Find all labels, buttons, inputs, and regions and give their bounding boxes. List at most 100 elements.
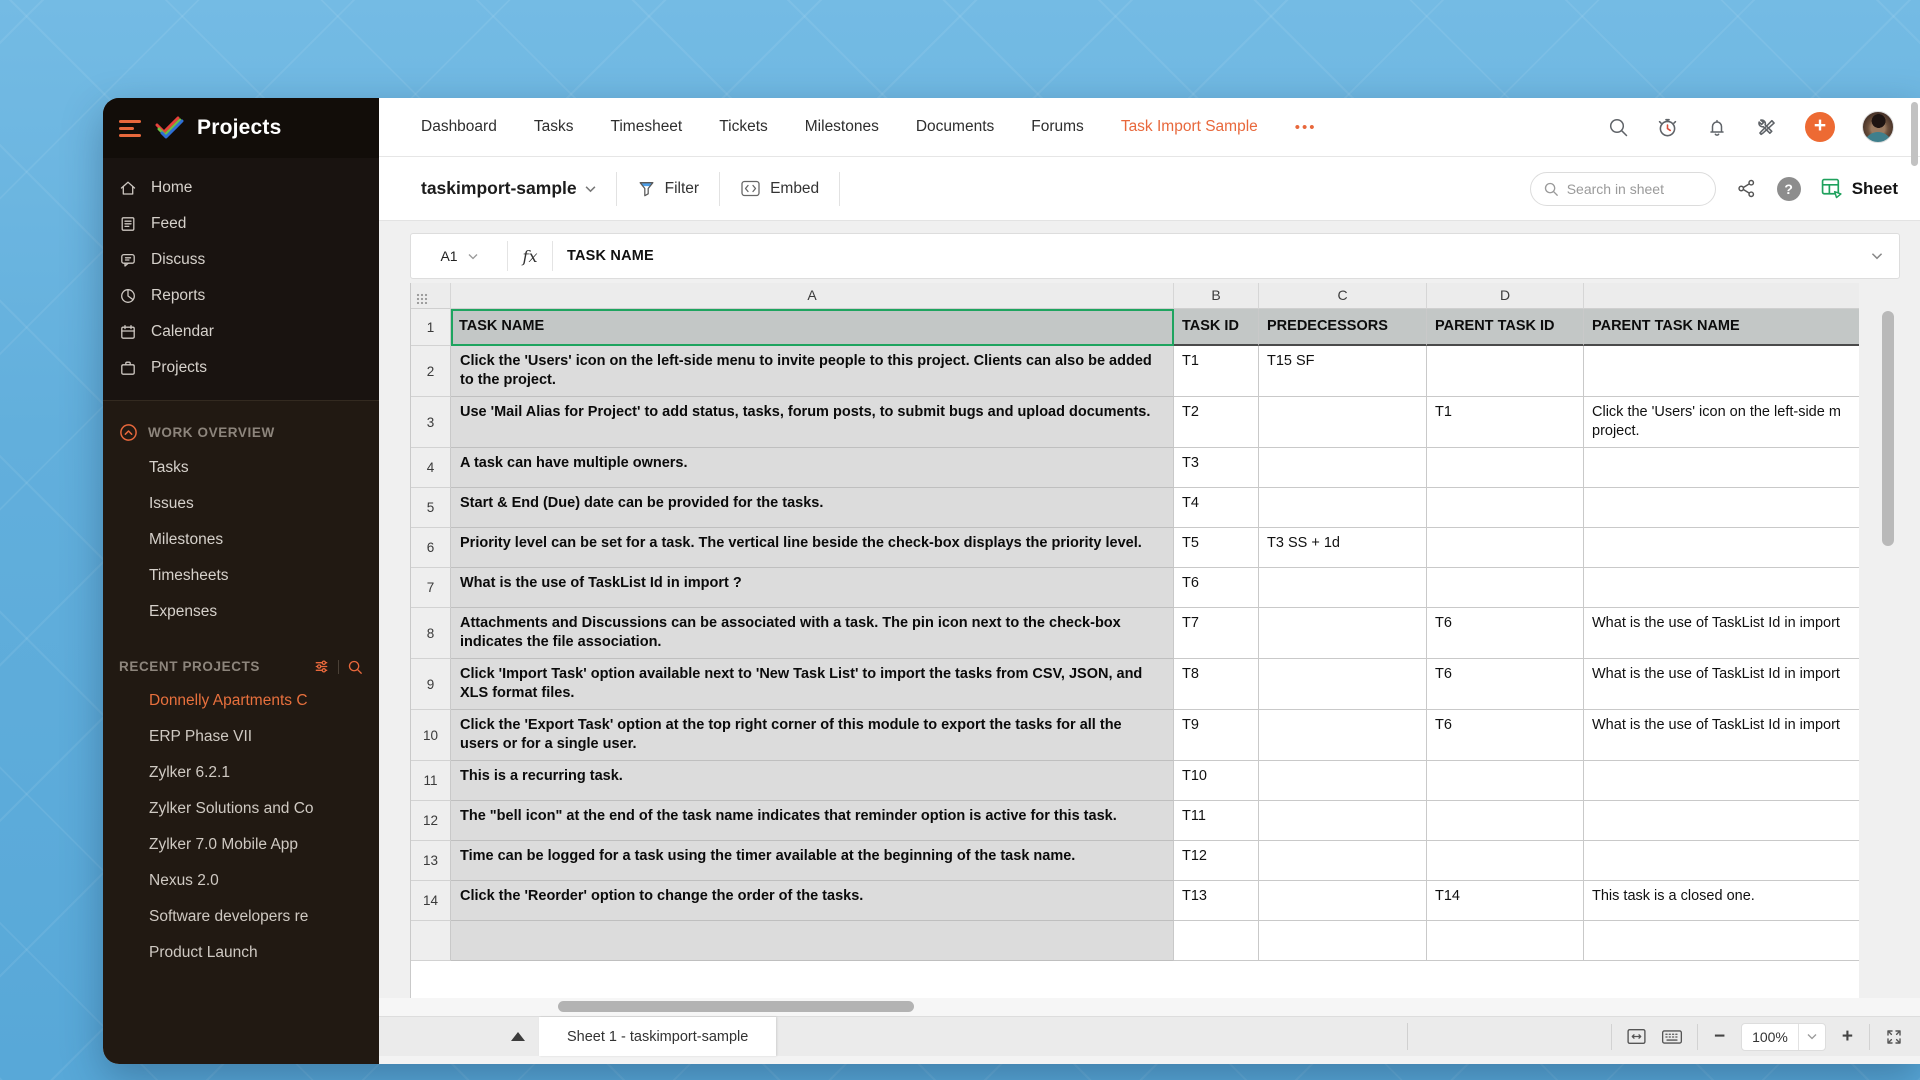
nav-tab-documents[interactable]: Documents [916,118,994,136]
sidebar-item-home[interactable]: Home [103,170,379,206]
task-name-cell[interactable]: Attachments and Discussions can be assoc… [451,608,1174,659]
header-cell[interactable]: PARENT TASK ID [1427,309,1584,346]
parent-task-name-cell[interactable]: Click the 'Users' icon on the left-side … [1584,397,1859,448]
task-name-cell[interactable]: Priority level can be set for a task. Th… [451,528,1174,568]
sidebar-item-feed[interactable]: Feed [103,206,379,242]
empty-cell[interactable] [1259,921,1427,961]
parent-task-id-cell[interactable] [1427,568,1584,608]
row-number[interactable]: 12 [411,801,451,841]
predecessors-cell[interactable] [1259,608,1427,659]
spreadsheet-grid[interactable]: A B C D 1 TASK NAME TASK ID PREDECESSORS PARENT … [410,283,1859,998]
parent-task-name-cell[interactable] [1584,448,1859,488]
work-overview-header[interactable]: WORK OVERVIEW [103,415,379,450]
task-name-cell[interactable]: The "bell icon" at the end of the task n… [451,801,1174,841]
row-number[interactable]: 5 [411,488,451,528]
add-new-button[interactable]: + [1805,112,1835,142]
parent-task-name-cell[interactable] [1584,528,1859,568]
select-all-corner[interactable] [411,283,451,309]
column-header-B[interactable]: B [1174,283,1259,309]
header-cell[interactable]: TASK NAME [451,309,1174,346]
task-name-cell[interactable]: Time can be logged for a task using the … [451,841,1174,881]
parent-task-id-cell[interactable]: T6 [1427,659,1584,710]
work-overview-item-issues[interactable]: Issues [103,486,379,522]
task-name-cell[interactable]: What is the use of TaskList Id in import… [451,568,1174,608]
horizontal-scrollbar-thumb[interactable] [558,1001,914,1012]
active-sheet-tab[interactable]: Sheet 1 - taskimport-sample [539,1017,777,1056]
formula-input[interactable]: TASK NAME [553,248,1855,264]
parent-task-name-cell[interactable] [1584,568,1859,608]
task-id-cell[interactable]: T4 [1174,488,1259,528]
row-number[interactable]: 3 [411,397,451,448]
tab-task-import-sample[interactable]: Task Import Sample [1121,118,1258,136]
sheet-title-dropdown[interactable]: taskimport-sample [421,178,596,199]
recent-project-item[interactable]: Donnelly Apartments C [103,683,379,719]
row-number[interactable]: 1 [411,309,451,346]
vertical-scrollbar-thumb[interactable] [1882,311,1894,546]
parent-task-id-cell[interactable] [1427,528,1584,568]
predecessors-cell[interactable] [1259,841,1427,881]
task-name-cell[interactable]: Click the 'Users' icon on the left-side … [451,346,1174,397]
parent-task-name-cell[interactable]: What is the use of TaskList Id in import [1584,710,1859,761]
parent-task-name-cell[interactable]: This task is a closed one. [1584,881,1859,921]
header-cell[interactable]: TASK ID [1174,309,1259,346]
expand-formula-bar-icon[interactable] [1855,247,1899,265]
task-name-cell[interactable]: Use 'Mail Alias for Project' to add stat… [451,397,1174,448]
work-overview-item-expenses[interactable]: Expenses [103,594,379,630]
sidebar-item-discuss[interactable]: Discuss [103,242,379,278]
filter-button[interactable]: Filter [637,179,699,198]
predecessors-cell[interactable]: T15 SF [1259,346,1427,397]
task-id-cell[interactable]: T2 [1174,397,1259,448]
user-avatar[interactable] [1862,111,1894,143]
task-id-cell[interactable]: T11 [1174,801,1259,841]
timer-icon[interactable] [1656,116,1679,139]
nav-tab-timesheet[interactable]: Timesheet [610,118,682,136]
share-icon[interactable] [1736,178,1757,199]
row-number[interactable]: 13 [411,841,451,881]
zoom-out-button[interactable]: − [1712,1026,1727,1048]
nav-tab-tasks[interactable]: Tasks [534,118,574,136]
task-name-cell[interactable]: A task can have multiple owners. [451,448,1174,488]
more-tabs-icon[interactable]: ••• [1295,119,1317,136]
recent-project-item[interactable]: Nexus 2.0 [103,863,379,899]
fit-to-screen-icon[interactable] [1626,1027,1647,1046]
parent-task-name-cell[interactable]: What is the use of TaskList Id in import [1584,659,1859,710]
predecessors-cell[interactable] [1259,761,1427,801]
task-id-cell[interactable]: T3 [1174,448,1259,488]
hamburger-menu-icon[interactable] [119,119,141,137]
collapse-tabs-button[interactable] [497,1017,539,1056]
task-id-cell[interactable]: T13 [1174,881,1259,921]
sheet-search-box[interactable] [1529,171,1716,206]
task-id-cell[interactable]: T1 [1174,346,1259,397]
predecessors-cell[interactable] [1259,488,1427,528]
column-header-D[interactable]: D [1427,283,1584,309]
predecessors-cell[interactable] [1259,881,1427,921]
embed-button[interactable]: Embed [740,180,819,198]
sidebar-item-reports[interactable]: Reports [103,278,379,314]
help-button[interactable]: ? [1776,176,1801,201]
tools-icon[interactable] [1755,116,1778,139]
task-id-cell[interactable]: T10 [1174,761,1259,801]
nav-tab-dashboard[interactable]: Dashboard [421,118,497,136]
predecessors-cell[interactable] [1259,710,1427,761]
column-header-A[interactable]: A [451,283,1174,309]
task-id-cell[interactable]: T8 [1174,659,1259,710]
parent-task-id-cell[interactable]: T6 [1427,608,1584,659]
empty-cell[interactable] [1427,921,1584,961]
recent-project-item[interactable]: Zylker 7.0 Mobile App [103,827,379,863]
sidebar-item-projects[interactable]: Projects [103,350,379,386]
empty-cell[interactable] [451,921,1174,961]
row-number[interactable]: 9 [411,659,451,710]
column-header-C[interactable]: C [1259,283,1427,309]
parent-task-name-cell[interactable] [1584,801,1859,841]
row-number[interactable] [411,921,451,961]
fx-icon[interactable]: fx [508,247,552,266]
parent-task-name-cell[interactable]: What is the use of TaskList Id in import [1584,608,1859,659]
predecessors-cell[interactable] [1259,448,1427,488]
page-scrollbar[interactable] [1911,102,1918,166]
keyboard-shortcuts-icon[interactable] [1661,1028,1683,1046]
nav-tab-tickets[interactable]: Tickets [719,118,768,136]
sheet-search-input[interactable] [1566,180,1697,197]
row-number[interactable]: 11 [411,761,451,801]
task-id-cell[interactable]: T6 [1174,568,1259,608]
work-overview-item-timesheets[interactable]: Timesheets [103,558,379,594]
